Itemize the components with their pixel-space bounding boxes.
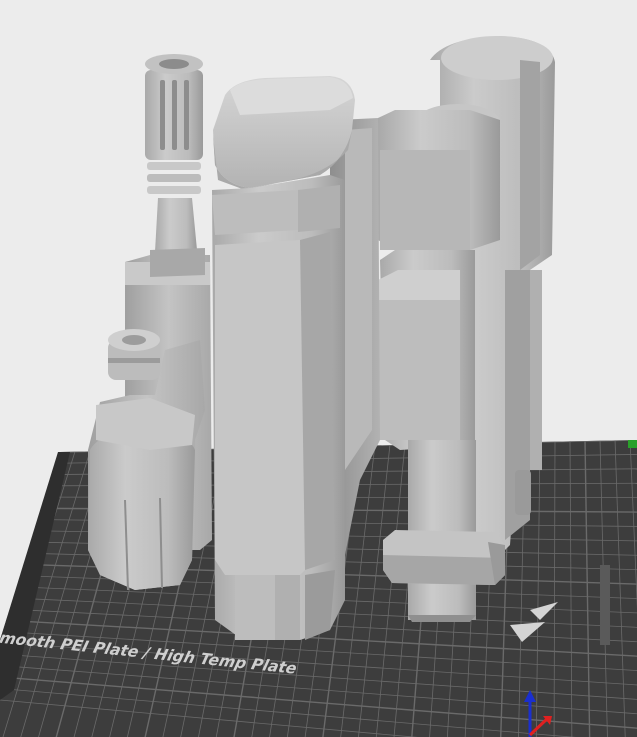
scene-canvas[interactable]: Bambu Smooth PEI Plate / High Temp Plate <box>0 0 637 737</box>
model-main-body <box>212 76 355 640</box>
3d-model[interactable] <box>88 36 555 640</box>
3d-viewport[interactable]: Bambu Smooth PEI Plate / High Temp Plate <box>0 0 637 737</box>
